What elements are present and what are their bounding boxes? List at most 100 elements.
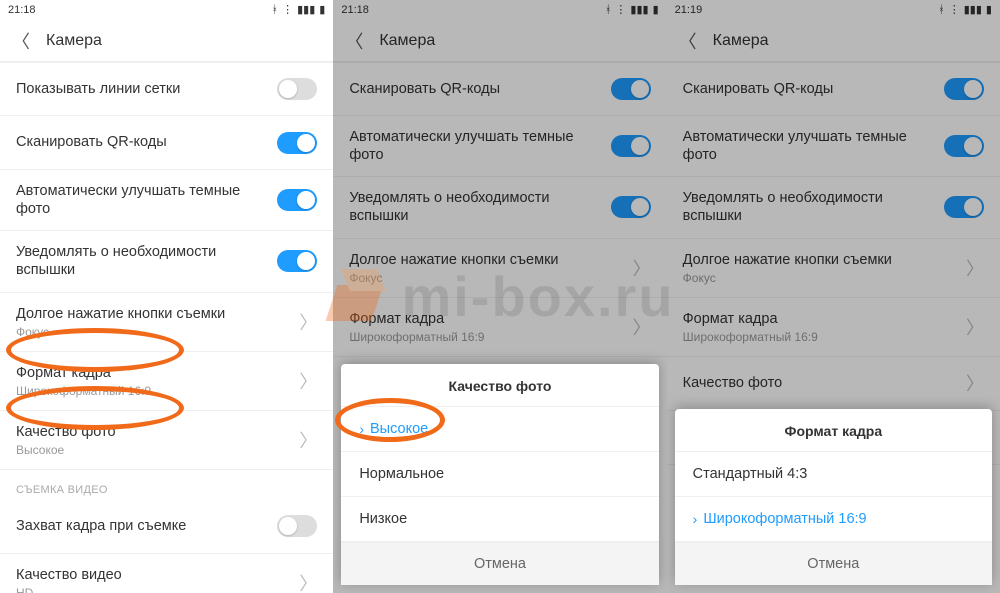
toggle-capture-on-shoot[interactable]: [277, 515, 317, 537]
option-standard-4-3[interactable]: Стандартный 4:3: [675, 452, 992, 497]
header: 〈 Камера: [667, 20, 1000, 62]
option-low[interactable]: Низкое: [341, 497, 658, 542]
label: Уведомлять о необходимости вспышки: [683, 189, 933, 225]
row-photo-quality[interactable]: Качество фото 〉: [667, 357, 1000, 411]
check-icon: ›: [359, 421, 364, 437]
sheet-photo-quality: Качество фото › Высокое Нормальное Низко…: [341, 364, 658, 585]
bluetooth-icon: ᚼ: [938, 5, 945, 16]
option-wide-16-9[interactable]: › Широкоформатный 16:9: [675, 497, 992, 542]
label: Качество фото: [683, 374, 783, 392]
toggle-qr[interactable]: [944, 78, 984, 100]
label: Захват кадра при съемке: [16, 517, 186, 535]
option-label: Стандартный 4:3: [693, 466, 808, 482]
row-flash[interactable]: Уведомлять о необходимости вспышки: [0, 231, 333, 292]
toggle-qr[interactable]: [611, 78, 651, 100]
toggle-qr[interactable]: [277, 132, 317, 154]
chevron-right-icon: 〉: [299, 570, 317, 593]
row-frame-format[interactable]: Формат кадра Широкоформатный 16:9 〉: [0, 352, 333, 411]
sublabel: HD: [16, 586, 122, 593]
cancel-button[interactable]: Отмена: [675, 542, 992, 585]
status-icons: ᚼ ⋮ ▮▮▮ ▮: [938, 5, 992, 16]
settings-list: Сканировать QR-коды Автоматически улучша…: [667, 62, 1000, 465]
row-longpress[interactable]: Долгое нажатие кнопки съемки Фокус 〉: [667, 239, 1000, 298]
row-gridlines[interactable]: Показывать линии сетки: [0, 62, 333, 116]
label: Формат кадра: [683, 310, 818, 328]
header: 〈 Камера: [333, 20, 666, 62]
header: 〈 Камера: [0, 20, 333, 62]
row-qr[interactable]: Сканировать QR-коды: [333, 62, 666, 116]
option-high[interactable]: › Высокое: [341, 407, 658, 452]
page-title: Камера: [713, 32, 769, 50]
clock: 21:18: [8, 4, 36, 16]
sublabel: Широкоформатный 16:9: [683, 330, 818, 344]
row-frame-format[interactable]: Формат кадра Широкоформатный 16:9 〉: [667, 298, 1000, 357]
toggle-flash[interactable]: [611, 196, 651, 218]
bluetooth-icon: ᚼ: [271, 5, 278, 16]
wifi-icon: ⋮: [949, 5, 960, 16]
signal-icon: ▮▮▮: [297, 5, 315, 16]
toggle-flash[interactable]: [277, 250, 317, 272]
row-qr[interactable]: Сканировать QR-коды: [667, 62, 1000, 116]
status-icons: ᚼ ⋮ ▮▮▮ ▮: [271, 5, 325, 16]
label: Сканировать QR-коды: [349, 80, 500, 98]
watermark: mi-box.ru: [325, 263, 674, 331]
chevron-right-icon: 〉: [299, 427, 317, 453]
label: Качество видео: [16, 566, 122, 584]
option-label: Высокое: [370, 421, 428, 437]
settings-list: Показывать линии сетки Сканировать QR-ко…: [0, 62, 333, 593]
row-autodark[interactable]: Автоматически улучшать темные фото: [333, 116, 666, 177]
label: Долгое нажатие кнопки съемки: [683, 251, 892, 269]
screen-3: 21:19 ᚼ ⋮ ▮▮▮ ▮ 〈 Камера Сканировать QR-…: [667, 0, 1000, 593]
option-normal[interactable]: Нормальное: [341, 452, 658, 497]
label: Уведомлять о необходимости вспышки: [16, 243, 266, 279]
label: Показывать линии сетки: [16, 80, 180, 98]
label: Автоматически улучшать темные фото: [683, 128, 933, 164]
wifi-icon: ⋮: [615, 5, 626, 16]
back-icon[interactable]: 〈: [679, 28, 697, 54]
row-longpress[interactable]: Долгое нажатие кнопки съемки Фокус 〉: [0, 293, 333, 352]
label: Автоматически улучшать темные фото: [16, 182, 266, 218]
sublabel: Высокое: [16, 443, 116, 457]
toggle-autodark[interactable]: [944, 135, 984, 157]
clock: 21:18: [341, 4, 369, 16]
row-autodark[interactable]: Автоматически улучшать темные фото: [667, 116, 1000, 177]
toggle-autodark[interactable]: [277, 189, 317, 211]
label: Уведомлять о необходимости вспышки: [349, 189, 599, 225]
row-qr[interactable]: Сканировать QR-коды: [0, 116, 333, 170]
battery-icon: ▮: [319, 5, 325, 16]
status-bar: 21:18 ᚼ ⋮ ▮▮▮ ▮: [333, 0, 666, 20]
label: Качество фото: [16, 423, 116, 441]
status-icons: ᚼ ⋮ ▮▮▮ ▮: [605, 5, 659, 16]
toggle-autodark[interactable]: [611, 135, 651, 157]
wifi-icon: ⋮: [282, 5, 293, 16]
option-label: Широкоформатный 16:9: [703, 511, 866, 527]
toggle-flash[interactable]: [944, 196, 984, 218]
status-bar: 21:18 ᚼ ⋮ ▮▮▮ ▮: [0, 0, 333, 20]
row-photo-quality[interactable]: Качество фото Высокое 〉: [0, 411, 333, 470]
row-autodark[interactable]: Автоматически улучшать темные фото: [0, 170, 333, 231]
row-video-quality[interactable]: Качество видео HD 〉: [0, 554, 333, 593]
back-icon[interactable]: 〈: [345, 28, 363, 54]
page-title: Камера: [46, 32, 102, 50]
label: Долгое нажатие кнопки съемки: [16, 305, 225, 323]
row-flash[interactable]: Уведомлять о необходимости вспышки: [667, 177, 1000, 238]
sublabel: Широкоформатный 16:9: [16, 384, 151, 398]
status-bar: 21:19 ᚼ ⋮ ▮▮▮ ▮: [667, 0, 1000, 20]
section-header-video: СЪЕМКА ВИДЕО: [0, 470, 333, 500]
toggle-gridlines[interactable]: [277, 78, 317, 100]
sublabel: Широкоформатный 16:9: [349, 330, 484, 344]
back-icon[interactable]: 〈: [12, 28, 30, 54]
cancel-button[interactable]: Отмена: [341, 542, 658, 585]
label: Автоматически улучшать темные фото: [349, 128, 599, 164]
chevron-right-icon: 〉: [966, 314, 984, 340]
battery-icon: ▮: [653, 5, 659, 16]
row-capture-on-shoot[interactable]: Захват кадра при съемке: [0, 500, 333, 554]
signal-icon: ▮▮▮: [630, 5, 648, 16]
chevron-right-icon: 〉: [299, 309, 317, 335]
battery-icon: ▮: [986, 5, 992, 16]
page-title: Камера: [379, 32, 435, 50]
check-icon: ›: [693, 511, 698, 527]
clock: 21:19: [675, 4, 703, 16]
row-flash[interactable]: Уведомлять о необходимости вспышки: [333, 177, 666, 238]
sublabel: Фокус: [16, 325, 225, 339]
